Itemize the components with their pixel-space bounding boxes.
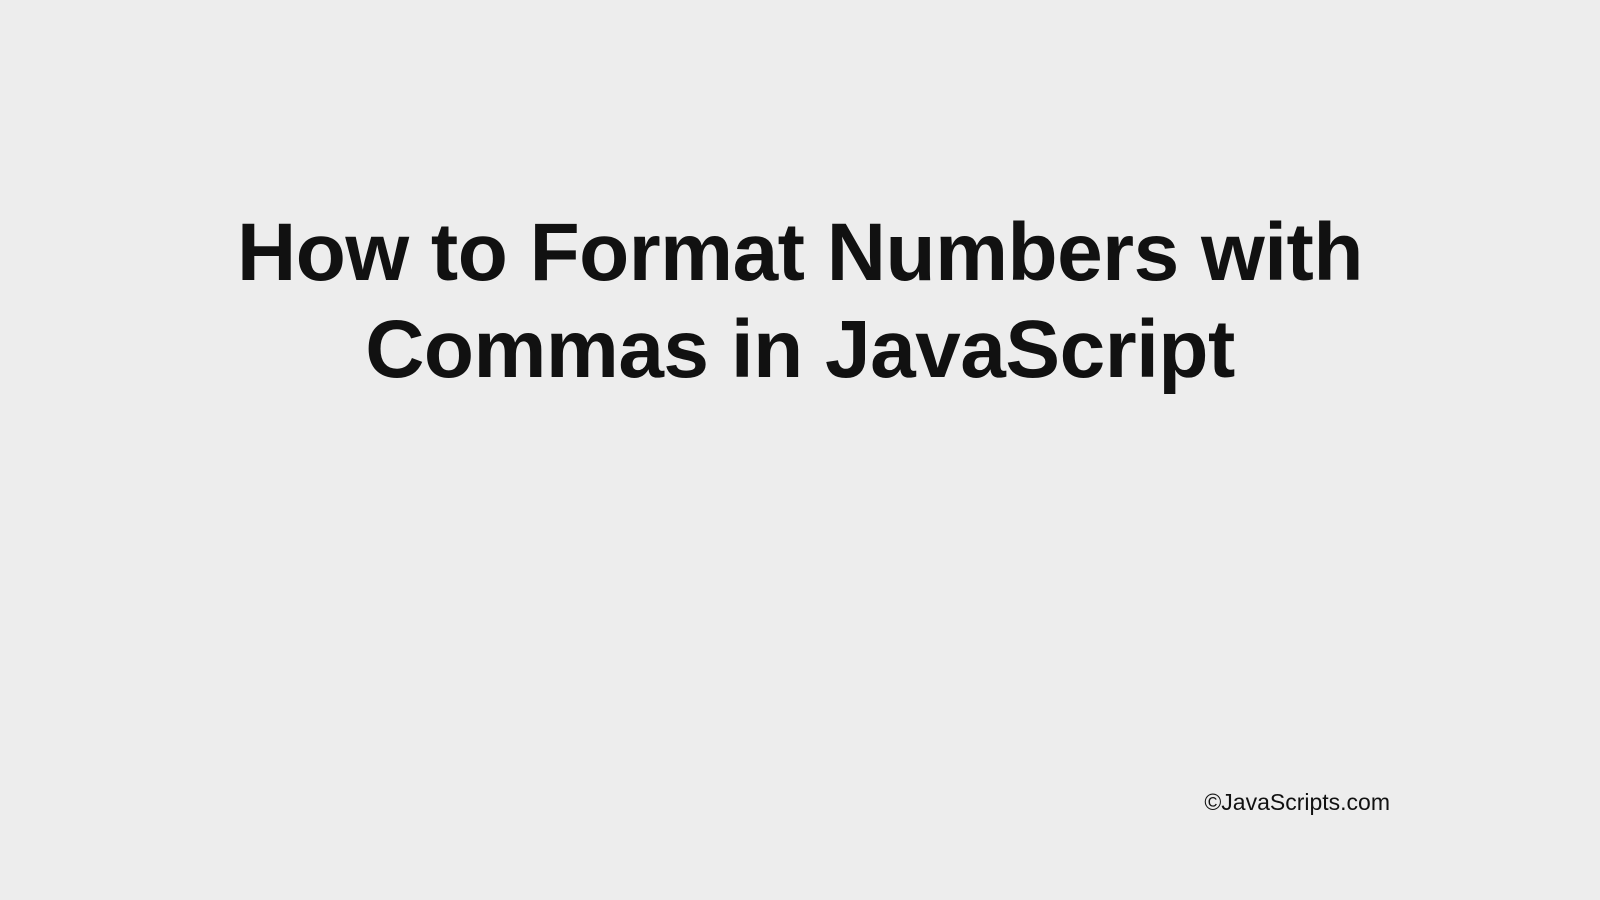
page-title: How to Format Numbers with Commas in Jav… [80, 205, 1520, 399]
attribution-text: ©JavaScripts.com [1204, 789, 1390, 816]
